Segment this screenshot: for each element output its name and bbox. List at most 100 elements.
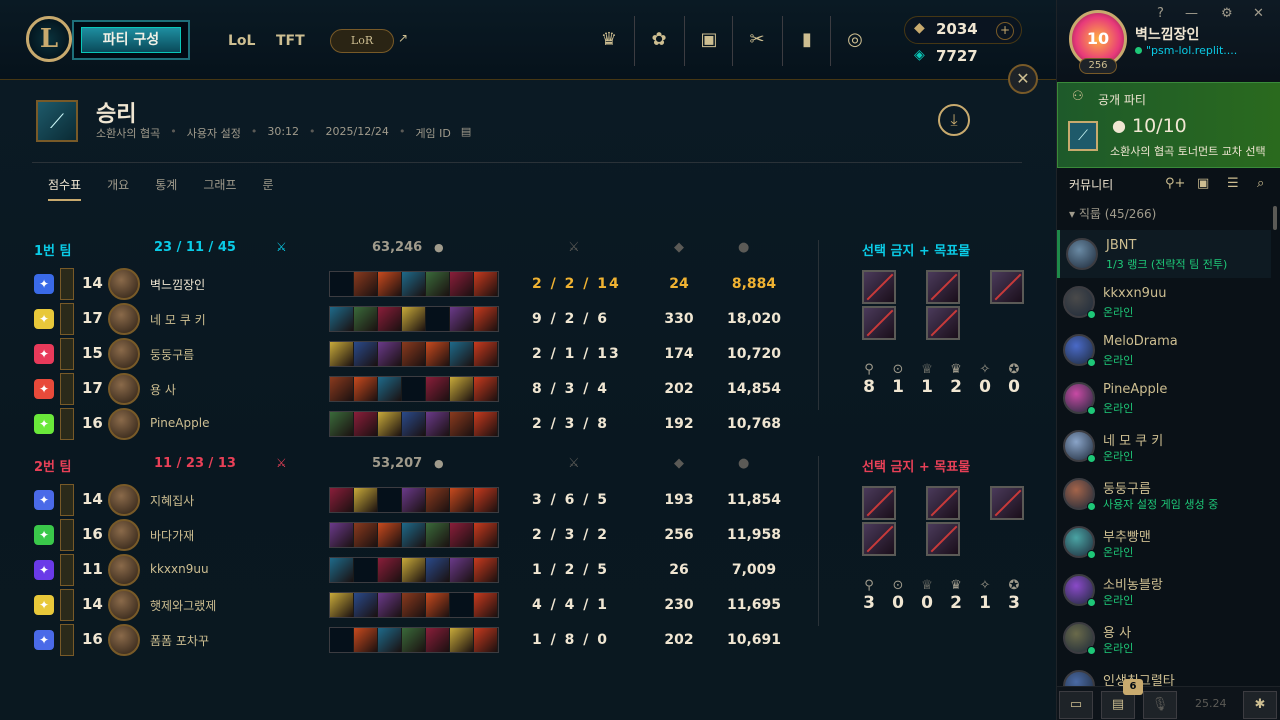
item-slot[interactable] bbox=[402, 377, 426, 401]
item-slot[interactable] bbox=[450, 272, 474, 296]
league-logo-icon[interactable]: L bbox=[26, 16, 72, 62]
loot-icon[interactable]: ✂ bbox=[744, 26, 770, 54]
item-slot[interactable] bbox=[450, 593, 474, 617]
champion-portrait[interactable] bbox=[108, 408, 140, 440]
player-row[interactable]: ✦ 14 벽느낌장인 2 / 2 / 14 24 8,884 bbox=[34, 268, 794, 300]
item-slot[interactable] bbox=[354, 558, 378, 582]
tab-lol[interactable]: LoL bbox=[228, 33, 255, 49]
summoner-status[interactable]: "psm-lol.replit.... bbox=[1135, 44, 1275, 57]
item-slot[interactable] bbox=[426, 342, 450, 366]
item-slot[interactable] bbox=[474, 593, 498, 617]
item-slot[interactable] bbox=[330, 523, 354, 547]
item-slot[interactable] bbox=[330, 593, 354, 617]
item-slot[interactable] bbox=[330, 558, 354, 582]
tab-tft[interactable]: TFT bbox=[276, 33, 305, 49]
tab-graph[interactable]: 그래프 bbox=[203, 176, 236, 201]
item-slot[interactable] bbox=[330, 307, 354, 331]
item-slot[interactable] bbox=[330, 377, 354, 401]
champion-portrait[interactable] bbox=[108, 303, 140, 335]
copy-icon[interactable]: ▤ bbox=[461, 125, 471, 141]
search-icon[interactable]: ⌕ bbox=[1257, 176, 1264, 191]
store-icon[interactable]: ◎ bbox=[842, 26, 868, 54]
item-slot[interactable] bbox=[402, 272, 426, 296]
friend-item[interactable]: kkxxn9uu 온라인 bbox=[1057, 278, 1271, 326]
buy-rp-button[interactable]: + bbox=[996, 22, 1014, 40]
item-slot[interactable] bbox=[426, 307, 450, 331]
item-slot[interactable] bbox=[474, 412, 498, 436]
tab-runes[interactable]: 룬 bbox=[262, 176, 273, 201]
item-slot[interactable] bbox=[450, 558, 474, 582]
item-slot[interactable] bbox=[378, 628, 402, 652]
friend-item[interactable]: 용 사 온라인 bbox=[1057, 614, 1271, 662]
close-window-icon[interactable]: ✕ bbox=[1253, 6, 1264, 21]
tab-overview[interactable]: 개요 bbox=[107, 176, 129, 201]
player-name[interactable]: 용 사 bbox=[150, 381, 176, 398]
player-row[interactable]: ✦ 16 PineApple 2 / 3 / 8 192 10,768 bbox=[34, 408, 794, 440]
chat-button[interactable]: ▭ bbox=[1059, 691, 1093, 719]
player-name[interactable]: PineApple bbox=[150, 416, 209, 430]
item-slot[interactable] bbox=[474, 523, 498, 547]
list-icon[interactable]: ☰ bbox=[1227, 176, 1239, 191]
item-slot[interactable] bbox=[402, 523, 426, 547]
item-slot[interactable] bbox=[330, 628, 354, 652]
item-slot[interactable] bbox=[354, 272, 378, 296]
item-slot[interactable] bbox=[354, 342, 378, 366]
item-slot[interactable] bbox=[474, 558, 498, 582]
item-slot[interactable] bbox=[330, 342, 354, 366]
item-slot[interactable] bbox=[426, 558, 450, 582]
item-slot[interactable] bbox=[426, 488, 450, 512]
help-icon[interactable]: ? bbox=[1157, 6, 1164, 21]
player-row[interactable]: ✦ 16 폼폼 포차꾸 1 / 8 / 0 202 10,691 bbox=[34, 624, 794, 656]
party-button[interactable]: 파티 구성 bbox=[72, 20, 190, 60]
friend-item[interactable]: JBNT 1/3 랭크 (전략적 팀 전투) bbox=[1057, 230, 1271, 278]
player-row[interactable]: ✦ 11 kkxxn9uu 1 / 2 / 5 26 7,009 bbox=[34, 554, 794, 586]
missions-button[interactable]: ▤ bbox=[1101, 691, 1135, 719]
item-slot[interactable] bbox=[474, 272, 498, 296]
minimize-icon[interactable]: — bbox=[1185, 6, 1198, 21]
tab-stats[interactable]: 통계 bbox=[155, 176, 177, 201]
player-row[interactable]: ✦ 14 햇제와그랬제 4 / 4 / 1 230 11,695 bbox=[34, 589, 794, 621]
rewards-icon[interactable]: ✿ bbox=[646, 26, 672, 54]
friend-item[interactable]: 소비농블랑 온라인 bbox=[1057, 566, 1271, 614]
item-slot[interactable] bbox=[378, 272, 402, 296]
item-slot[interactable] bbox=[474, 307, 498, 331]
player-row[interactable]: ✦ 17 네 모 쿠 키 9 / 2 / 6 330 18,020 bbox=[34, 303, 794, 335]
item-slot[interactable] bbox=[354, 377, 378, 401]
player-row[interactable]: ✦ 15 둥둥구름 2 / 1 / 13 174 10,720 bbox=[34, 338, 794, 370]
item-slot[interactable] bbox=[378, 558, 402, 582]
item-slot[interactable] bbox=[330, 488, 354, 512]
item-slot[interactable] bbox=[426, 628, 450, 652]
item-slot[interactable] bbox=[378, 307, 402, 331]
champion-portrait[interactable] bbox=[108, 484, 140, 516]
voice-button[interactable]: 🎙 bbox=[1143, 691, 1177, 719]
item-slot[interactable] bbox=[330, 272, 354, 296]
champion-portrait[interactable] bbox=[108, 338, 140, 370]
item-slot[interactable] bbox=[402, 628, 426, 652]
champion-portrait[interactable] bbox=[108, 373, 140, 405]
download-icon[interactable]: ⤓ bbox=[938, 104, 970, 136]
player-name[interactable]: 바다가재 bbox=[150, 527, 194, 544]
champion-portrait[interactable] bbox=[108, 624, 140, 656]
item-slot[interactable] bbox=[378, 523, 402, 547]
profile-icon[interactable]: ▣ bbox=[696, 26, 722, 54]
bug-report-button[interactable]: ✱ bbox=[1243, 691, 1277, 719]
champion-portrait[interactable] bbox=[108, 268, 140, 300]
player-row[interactable]: ✦ 17 용 사 8 / 3 / 4 202 14,854 bbox=[34, 373, 794, 405]
item-slot[interactable] bbox=[450, 523, 474, 547]
player-row[interactable]: ✦ 14 지혜집사 3 / 6 / 5 193 11,854 bbox=[34, 484, 794, 516]
item-slot[interactable] bbox=[402, 488, 426, 512]
friend-item[interactable]: MeloDrama 온라인 bbox=[1057, 326, 1271, 374]
item-slot[interactable] bbox=[354, 488, 378, 512]
item-slot[interactable] bbox=[378, 488, 402, 512]
item-slot[interactable] bbox=[354, 593, 378, 617]
champion-portrait[interactable] bbox=[108, 554, 140, 586]
item-slot[interactable] bbox=[474, 342, 498, 366]
player-name[interactable]: kkxxn9uu bbox=[150, 562, 209, 576]
item-slot[interactable] bbox=[330, 412, 354, 436]
item-slot[interactable] bbox=[450, 412, 474, 436]
friend-item[interactable]: 부추빵맨 온라인 bbox=[1057, 518, 1271, 566]
item-slot[interactable] bbox=[450, 307, 474, 331]
scrollbar[interactable] bbox=[1273, 206, 1277, 230]
item-slot[interactable] bbox=[450, 488, 474, 512]
item-slot[interactable] bbox=[450, 377, 474, 401]
